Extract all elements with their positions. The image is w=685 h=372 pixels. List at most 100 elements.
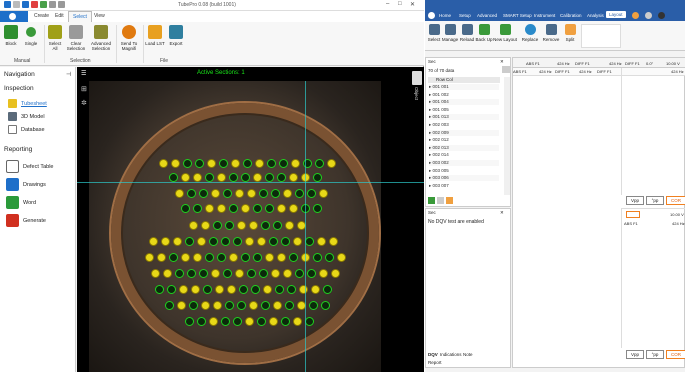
tube-marker[interactable] <box>169 173 178 182</box>
tube-marker[interactable] <box>289 253 298 262</box>
tube-marker[interactable] <box>277 253 286 262</box>
tube-marker[interactable] <box>295 269 304 278</box>
tube-marker[interactable] <box>229 204 238 213</box>
tube-marker[interactable] <box>179 285 188 294</box>
app-menu-icon[interactable] <box>428 12 435 19</box>
tube-marker[interactable] <box>145 253 154 262</box>
tab-indications[interactable]: Indications <box>440 352 462 357</box>
tube-marker[interactable] <box>327 159 336 168</box>
add-icon[interactable] <box>428 197 435 204</box>
tube-marker[interactable] <box>205 173 214 182</box>
settings-icon[interactable]: ✲ <box>81 99 87 107</box>
send-to-magnifier-button[interactable]: Send To Magnifi <box>117 25 141 51</box>
tube-marker[interactable] <box>277 173 286 182</box>
tab-home[interactable]: Home <box>439 13 451 18</box>
nav-item-database[interactable]: Database <box>8 125 45 134</box>
tube-marker[interactable] <box>299 285 308 294</box>
clear-selection-button[interactable]: Clear Selection <box>65 25 87 51</box>
tube-marker[interactable] <box>157 253 166 262</box>
tube-marker[interactable] <box>287 285 296 294</box>
tube-marker[interactable] <box>231 159 240 168</box>
tube-marker[interactable] <box>285 301 294 310</box>
tube-marker[interactable] <box>237 221 246 230</box>
tube-marker[interactable] <box>233 237 242 246</box>
tube-marker[interactable] <box>217 173 226 182</box>
tube-marker[interactable] <box>267 159 276 168</box>
tab-select[interactable]: Select <box>68 11 92 22</box>
lissajous-bottom[interactable]: ABS F1 424 Hz 10.00 V <box>621 208 685 348</box>
nav-item-tubesheet[interactable]: Tubesheet <box>8 99 47 108</box>
tab-dqv[interactable]: DQV <box>428 352 438 357</box>
search-icon[interactable] <box>49 1 56 8</box>
tube-marker[interactable] <box>289 173 298 182</box>
grid-icon[interactable]: ⊞ <box>81 85 87 93</box>
remove-button[interactable]: Remove <box>541 24 561 42</box>
list-item[interactable]: ▸ 002 003 <box>429 122 499 128</box>
tube-marker[interactable] <box>167 285 176 294</box>
tube-marker[interactable] <box>163 269 172 278</box>
tube-marker[interactable] <box>199 189 208 198</box>
delete-icon[interactable] <box>446 197 453 204</box>
tube-marker[interactable] <box>309 301 318 310</box>
select-all-button[interactable]: Select All <box>46 25 64 51</box>
tube-marker[interactable] <box>283 189 292 198</box>
tube-marker[interactable] <box>251 285 260 294</box>
tube-marker[interactable] <box>273 221 282 230</box>
degpp-button[interactable]: °pp <box>646 196 664 205</box>
list-item[interactable]: ▸ 002 012 <box>429 137 499 144</box>
tube-marker[interactable] <box>211 189 220 198</box>
tube-marker[interactable] <box>189 221 198 230</box>
tube-marker[interactable] <box>173 237 182 246</box>
single-button[interactable]: Single <box>22 25 40 46</box>
tube-marker[interactable] <box>245 317 254 326</box>
tubesheet-viewer[interactable]: ☰ ⊞ ✲ Active Sections: 1 Object <box>77 67 424 372</box>
tube-marker[interactable] <box>311 285 320 294</box>
tube-marker[interactable] <box>319 189 328 198</box>
new-file-icon[interactable] <box>13 1 20 8</box>
tube-marker[interactable] <box>285 221 294 230</box>
zoom-icon[interactable] <box>58 1 65 8</box>
list-item[interactable]: ▸ 002 014 <box>429 152 499 159</box>
tube-marker[interactable] <box>197 237 206 246</box>
manage-button[interactable]: Manage <box>441 24 459 42</box>
tab-setup[interactable]: Setup <box>459 13 471 18</box>
list-item[interactable]: ▸ 002 013 <box>429 144 499 151</box>
tube-marker[interactable] <box>253 253 262 262</box>
tube-marker[interactable] <box>269 317 278 326</box>
tab-advanced[interactable]: Advanced <box>477 13 497 18</box>
tube-marker[interactable] <box>321 301 330 310</box>
new-layout-button[interactable]: New Layout <box>493 24 517 42</box>
cor-button[interactable]: COR <box>666 196 685 205</box>
tube-marker[interactable] <box>187 189 196 198</box>
tab-instrument[interactable]: Instrument <box>534 13 555 18</box>
tube-marker[interactable] <box>155 285 164 294</box>
nav-item-defect-table[interactable]: Defect Table <box>6 160 53 173</box>
tab-note[interactable]: Note <box>463 352 473 357</box>
tube-marker[interactable] <box>181 204 190 213</box>
tube-marker[interactable] <box>215 285 224 294</box>
tube-marker[interactable] <box>221 317 230 326</box>
tube-marker[interactable] <box>295 189 304 198</box>
tube-marker[interactable] <box>227 285 236 294</box>
tube-marker[interactable] <box>279 159 288 168</box>
tube-marker[interactable] <box>265 253 274 262</box>
tube-marker[interactable] <box>241 204 250 213</box>
tube-marker[interactable] <box>193 173 202 182</box>
tube-marker[interactable] <box>241 173 250 182</box>
list-scrollbar[interactable] <box>504 77 510 195</box>
tube-marker[interactable] <box>293 317 302 326</box>
tube-marker[interactable] <box>161 237 170 246</box>
export-button[interactable]: Export <box>166 25 186 46</box>
tube-marker[interactable] <box>223 189 232 198</box>
tube-marker[interactable] <box>209 237 218 246</box>
tube-marker[interactable] <box>261 301 270 310</box>
tube-marker[interactable] <box>259 269 268 278</box>
help-icon[interactable] <box>632 12 639 19</box>
tube-marker[interactable] <box>317 237 326 246</box>
tube-marker[interactable] <box>313 173 322 182</box>
tube-marker[interactable] <box>205 253 214 262</box>
nav-item-word[interactable]: Word <box>6 196 36 209</box>
tube-marker[interactable] <box>261 221 270 230</box>
tube-marker[interactable] <box>323 285 332 294</box>
tube-marker[interactable] <box>209 317 218 326</box>
